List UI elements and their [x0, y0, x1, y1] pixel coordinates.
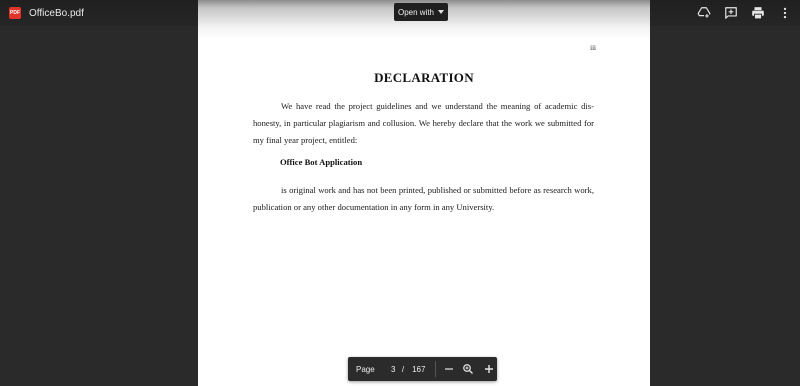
- more-vert-icon[interactable]: [776, 4, 794, 22]
- file-name: OfficeBo.pdf: [29, 7, 84, 19]
- pdf-page: iii DECLARATION We have read the project…: [198, 0, 650, 386]
- chevron-down-icon: [438, 10, 445, 14]
- total-pages: 167: [412, 364, 426, 374]
- zoom-in-icon[interactable]: [480, 360, 497, 378]
- toolbar-actions: [695, 0, 794, 26]
- page-number: iii: [590, 44, 596, 52]
- add-to-drive-icon[interactable]: [695, 4, 713, 22]
- open-with-label: Open with: [397, 7, 435, 17]
- document-title: DECLARATION: [374, 70, 474, 85]
- pager-divider: [435, 361, 437, 377]
- page-navigator: Page 3 / 167: [348, 357, 497, 381]
- print-icon[interactable]: [749, 4, 767, 22]
- zoom-icon[interactable]: [460, 360, 477, 378]
- pdf-file-icon: PDF: [9, 7, 21, 19]
- paragraph-1: We have read the project guidelines and …: [253, 101, 594, 145]
- current-page-input[interactable]: 3: [389, 365, 398, 374]
- project-title: Office Bot Application: [280, 157, 363, 167]
- add-comment-icon[interactable]: [722, 4, 740, 22]
- open-with-button[interactable]: Open with: [394, 3, 448, 21]
- zoom-out-icon[interactable]: [440, 360, 457, 378]
- file-info: PDF OfficeBo.pdf: [9, 7, 84, 19]
- paragraph-2: is original work and has not been printe…: [253, 185, 594, 212]
- page-label: Page: [356, 364, 375, 374]
- page-separator: /: [401, 364, 405, 374]
